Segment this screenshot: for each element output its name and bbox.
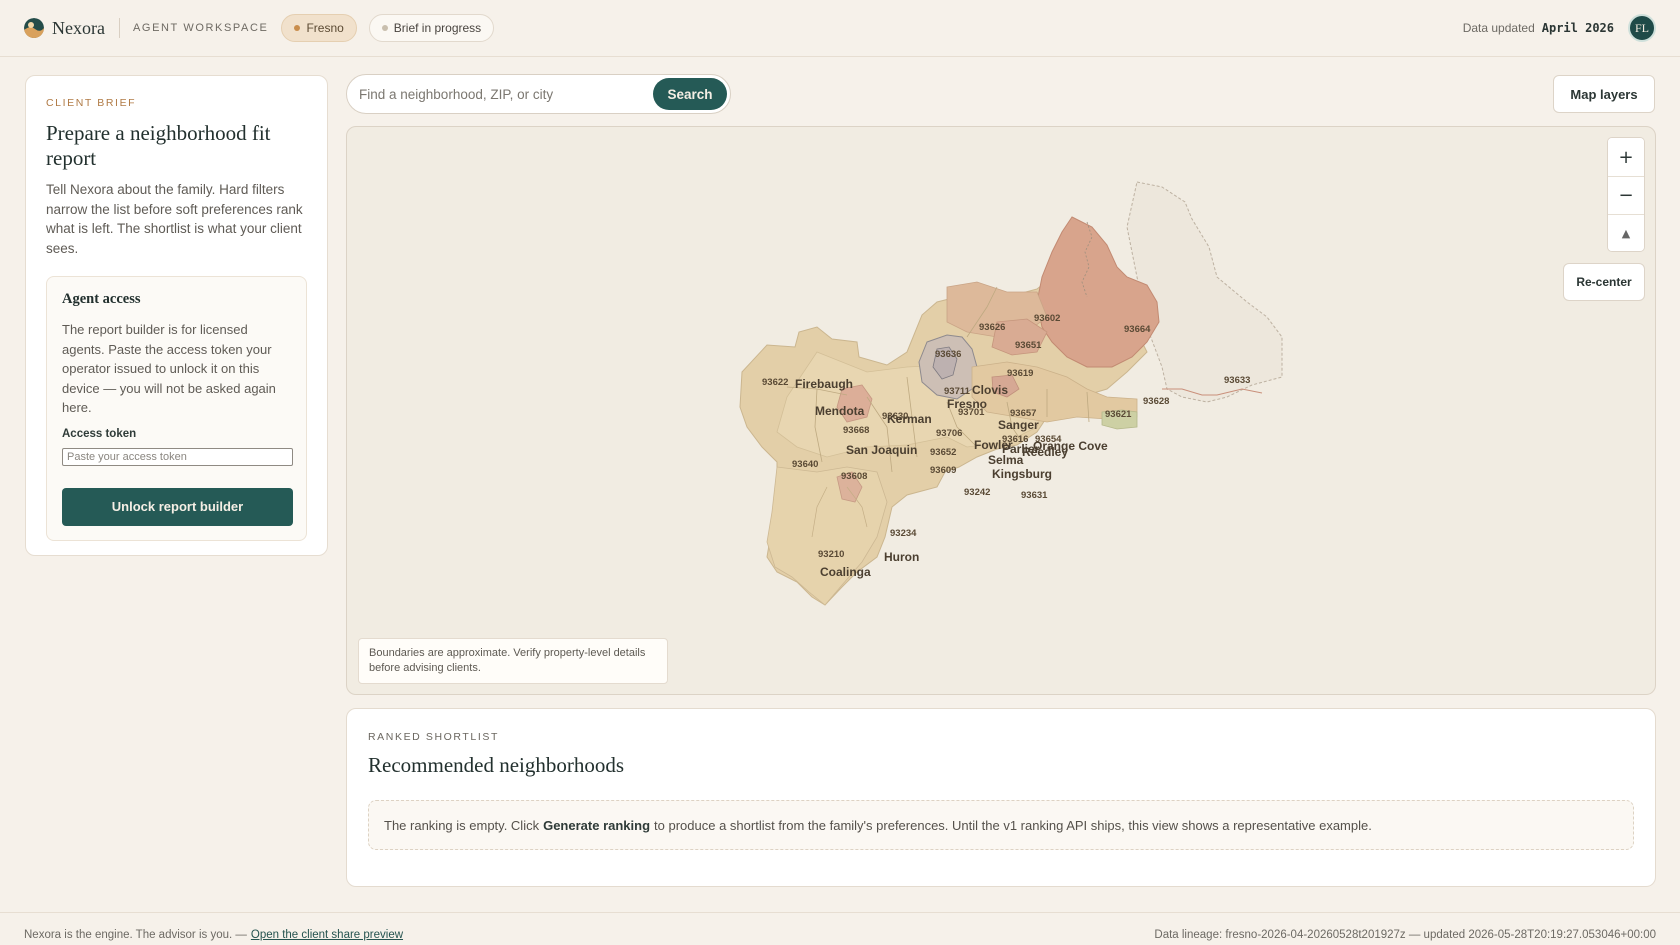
zip-label-93210: 93210 [818, 549, 844, 560]
map-panel[interactable]: 93626 93602 93664 93651 93636 93619 9363… [346, 126, 1656, 695]
shortlist-eyebrow: RANKED SHORTLIST [368, 731, 500, 743]
zoom-in-button[interactable]: + [1608, 138, 1644, 176]
client-brief-card: CLIENT BRIEF Prepare a neighborhood fit … [25, 75, 328, 556]
access-token-label: Access token [62, 427, 137, 440]
city-label-coalinga: Coalinga [820, 565, 871, 579]
brief-eyebrow: CLIENT BRIEF [46, 97, 137, 109]
empty-ranking-post: to produce a shortlist from the family's… [654, 817, 1372, 833]
client-share-preview-link[interactable]: Open the client share preview [251, 929, 403, 941]
status-pill-label: Brief in progress [393, 21, 482, 35]
search-input[interactable] [359, 86, 649, 102]
header-right: Data updated April 2026 FL [1463, 14, 1656, 42]
recenter-button[interactable]: Re-center [1563, 263, 1645, 301]
zip-label-93602: 93602 [1034, 313, 1060, 324]
city-label-clovis: Clovis [972, 383, 1008, 397]
city-label-kingsburg: Kingsburg [992, 467, 1052, 481]
data-updated-label: Data updated [1462, 21, 1535, 35]
access-token-input[interactable] [62, 447, 293, 466]
agent-access-title: Agent access [62, 291, 141, 307]
footer-tagline: Nexora is the engine. The advisor is you… [24, 929, 247, 941]
zip-label-93622: 93622 [762, 377, 788, 388]
zip-label-93608: 93608 [841, 471, 867, 482]
unlock-report-builder-button[interactable]: Unlock report builder [62, 487, 293, 526]
footer: Nexora is the engine. The advisor is you… [0, 912, 1680, 945]
search-bar: Search [346, 74, 731, 114]
zip-label-93626: 93626 [979, 322, 1005, 333]
city-label-sanger: Sanger [998, 418, 1039, 432]
city-label-fresno: Fresno [947, 397, 987, 411]
data-updated-value: April 2026 [1541, 21, 1614, 35]
city-label-firebaugh: Firebaugh [795, 377, 853, 391]
brand-name[interactable]: Nexora [52, 18, 105, 39]
top-bar: Nexora AGENT WORKSPACE Fresno Brief in p… [0, 0, 1680, 57]
zip-label-93651: 93651 [1015, 340, 1042, 351]
city-label-selma: Selma [988, 453, 1024, 467]
zip-label-93628: 93628 [1143, 396, 1169, 407]
agent-access-description: The report builder is for licensed agent… [62, 322, 276, 415]
zip-label-93619: 93619 [1007, 368, 1033, 379]
zip-label-93609: 93609 [930, 465, 956, 476]
shortlist-title: Recommended neighborhoods [368, 753, 625, 777]
zip-label-93234: 93234 [890, 528, 917, 539]
empty-ranking-pre: The ranking is empty. Click [384, 817, 540, 833]
city-label-mendota: Mendota [815, 404, 865, 418]
agent-access-card: Agent access The report builder is for l… [46, 276, 307, 541]
city-label-kerman: Kerman [887, 412, 932, 426]
city-pill[interactable]: Fresno [281, 14, 357, 42]
zoom-control: + − ▲ [1607, 137, 1645, 252]
ranked-shortlist-card: RANKED SHORTLIST Recommended neighborhoo… [346, 708, 1656, 887]
zip-label-93711: 93711 [944, 386, 971, 397]
header-divider [118, 18, 120, 38]
map-layers-button[interactable]: Map layers [1553, 75, 1655, 113]
zoom-out-button[interactable]: − [1608, 176, 1644, 214]
brief-title: Prepare a neighborhood fit report [46, 121, 271, 170]
search-button[interactable]: Search [653, 78, 727, 110]
avatar[interactable]: FL [1628, 14, 1656, 42]
city-label-san-joaquin: San Joaquin [846, 443, 917, 457]
zip-label-93621: 93621 [1105, 409, 1132, 420]
zip-label-93652: 93652 [930, 447, 956, 458]
data-lineage: Data lineage: fresno-2026-04-20260528t20… [1154, 929, 1656, 941]
logo-icon [24, 18, 44, 38]
zip-label-93664: 93664 [1124, 324, 1151, 335]
zip-label-93636: 93636 [935, 349, 961, 360]
map-disclaimer: Boundaries are approximate. Verify prope… [358, 638, 668, 684]
status-dot-icon [381, 25, 388, 31]
city-label-reedley: Reedley [1022, 445, 1068, 459]
city-dot-icon [294, 25, 301, 31]
brief-description: Tell Nexora about the family. Hard filte… [46, 182, 303, 256]
status-pill: Brief in progress [368, 14, 495, 42]
empty-ranking-message: The ranking is empty. Click Generate ran… [368, 800, 1634, 850]
city-label-huron: Huron [884, 550, 919, 564]
workspace-label: AGENT WORKSPACE [132, 22, 269, 34]
zip-label-93668: 93668 [843, 425, 869, 436]
compass-north-icon[interactable]: ▲ [1608, 214, 1644, 251]
city-pill-label: Fresno [306, 21, 344, 35]
zip-label-93242: 93242 [964, 487, 990, 498]
zip-label-93633: 93633 [1224, 375, 1250, 386]
zip-label-93640: 93640 [792, 459, 818, 470]
zip-label-93706: 93706 [936, 428, 962, 439]
county-map[interactable]: 93626 93602 93664 93651 93636 93619 9363… [347, 127, 1656, 695]
zip-label-93631: 93631 [1021, 490, 1048, 501]
generate-ranking-text: Generate ranking [543, 817, 651, 833]
